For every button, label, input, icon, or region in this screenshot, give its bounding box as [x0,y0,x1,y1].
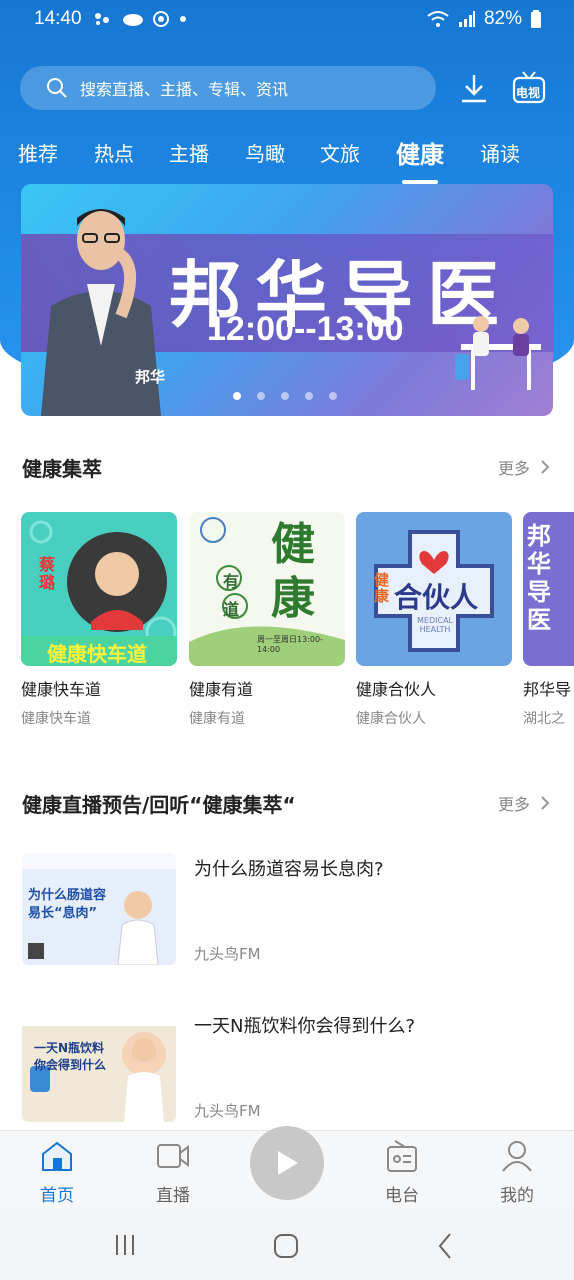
wifi-icon [427,11,449,27]
feed-title: 为什么肠道容易长息肉? [194,859,384,880]
app-screen: 14:40 82% 搜索直播、主播、专辑、资讯 电视 推荐 热点 主播 鸟瞰 文… [0,0,574,1280]
feed-thumb-text: 一天N瓶饮料你会得到什么 [34,1041,107,1072]
card-name: 邦华导 [523,680,572,699]
carousel-dot[interactable] [257,392,265,400]
card-subtitle: 湖北之 [523,711,565,727]
download-icon[interactable] [458,72,490,104]
target-icon [153,11,169,27]
card-subtitle: 健康有道 [189,711,245,727]
card-thumbnail: 有道 健康 周一至周日13:00-14:00 [189,512,345,666]
section-title-live: 健康直播预告/回听“健康集萃“ [22,793,296,817]
battery-icon [531,10,541,28]
nav-label: 电台 [385,1186,419,1206]
search-input[interactable]: 搜索直播、主播、专辑、资讯 [20,66,436,110]
nav-home[interactable]: 首页 [17,1139,97,1206]
program-card[interactable]: 有道 健康 周一至周日13:00-14:00 健康有道 健康有道 [189,512,345,728]
card-thumb-caption: 周一至周日13:00-14:00 [257,635,323,654]
banner-brand: 邦华 [135,368,166,386]
recent-apps-icon[interactable] [112,1232,138,1258]
signal-icon [458,11,475,27]
card-thumbnail: 健康 合伙人 MEDICAL HEALTH [356,512,512,666]
card-thumb-text: 合伙人 [394,581,479,614]
nav-live[interactable]: 直播 [133,1139,213,1206]
nav-mine[interactable]: 我的 [477,1139,557,1206]
home-button-icon[interactable] [272,1232,300,1260]
card-name: 健康快车道 [21,680,102,699]
carousel-dot[interactable] [233,392,241,400]
tab-jiankang[interactable]: 健康 [396,135,444,170]
search-icon [47,78,67,98]
feed-item[interactable]: 为什么肠道容易长“息肉” 为什么肠道容易长息肉? 九头鸟FM [22,853,552,965]
carousel-dot[interactable] [305,392,313,400]
status-bar: 14:40 82% [0,0,574,38]
play-button[interactable] [250,1126,324,1200]
cloud-icon [123,14,143,26]
nav-label: 我的 [500,1186,534,1206]
nav-label: 直播 [156,1186,190,1206]
tab-tuijian[interactable]: 推荐 [18,138,58,167]
notification-dots-icon [95,13,109,25]
back-icon[interactable] [436,1232,454,1260]
system-navigation-bar [0,1208,574,1280]
search-row: 搜索直播、主播、专辑、资讯 电视 [20,66,556,112]
carousel-dot[interactable] [281,392,289,400]
user-icon [502,1141,532,1172]
video-icon [157,1144,189,1168]
status-time: 14:40 [34,8,82,29]
home-icon [42,1141,72,1171]
tab-redian[interactable]: 热点 [94,138,134,167]
chevron-right-icon [541,460,550,474]
tab-wenlv[interactable]: 文旅 [320,138,360,167]
carousel-dot[interactable] [329,392,337,400]
card-thumbnail: 邦华导医 [523,512,574,666]
more-label: 更多 [497,459,530,478]
chevron-right-icon [541,796,550,810]
feed-thumb-text: 为什么肠道容易长“息肉” [28,888,107,921]
banner-carousel[interactable]: 邦华导医 12:00--13:00 邦华 [21,184,553,416]
program-card[interactable]: 健康 合伙人 MEDICAL HEALTH 健康合伙人 健康合伙人 [356,512,512,728]
tv-label: 电视 [516,86,541,100]
status-right: 82% [426,8,542,30]
card-thumb-text: 健康快车道 [47,642,147,666]
radio-icon [387,1140,417,1172]
search-placeholder: 搜索直播、主播、专辑、资讯 [80,80,289,99]
card-thumb-left: 健康 [374,571,390,605]
doctor-illustration [455,316,541,390]
feed-source: 九头鸟FM [194,1102,261,1120]
more-label: 更多 [497,795,530,814]
nav-label: 首页 [40,1186,74,1206]
program-card[interactable]: 蔡璐 健康快车道 健康快车道 健康快车道 [21,512,177,728]
card-thumb-small: 有道 [223,572,240,619]
tab-songdu[interactable]: 诵读 [480,138,520,167]
tab-niaokan[interactable]: 鸟瞰 [245,138,285,167]
more-button-jicui[interactable]: 更多 [498,455,550,479]
banner-time: 12:00--13:00 [207,310,404,348]
card-name: 健康有道 [189,680,254,699]
card-thumb-text: 邦华导医 [527,522,551,634]
battery-percent: 82% [483,8,522,29]
card-thumb-text: 健康 [271,519,315,624]
section-title-jicui: 健康集萃 [22,457,102,481]
feed-source: 九头鸟FM [194,945,261,963]
category-tabs: 推荐 热点 主播 鸟瞰 文旅 健康 诵读 [0,138,574,182]
card-thumb-side: 蔡璐 [39,555,56,592]
nav-radio[interactable]: 电台 [362,1139,442,1206]
card-name: 健康合伙人 [356,680,437,699]
feed-item[interactable]: 一天N瓶饮料你会得到什么 一天N瓶饮料你会得到什么? 九头鸟FM [22,1010,552,1122]
card-thumbnail: 蔡璐 健康快车道 [21,512,177,666]
carousel-dots [233,392,337,400]
feed-thumbnail: 为什么肠道容易长“息肉” [22,853,176,965]
tv-button[interactable]: 电视 [512,70,546,104]
notification-icons [94,10,188,28]
feed-title: 一天N瓶饮料你会得到什么? [194,1016,416,1037]
card-subtitle: 健康快车道 [21,711,91,727]
dot-icon [180,16,186,22]
card-thumb-caption: MEDICAL HEALTH [417,616,453,634]
feed-thumbnail: 一天N瓶饮料你会得到什么 [22,1010,176,1122]
program-card[interactable]: 邦华导医 邦华导 湖北之 [523,512,574,728]
card-subtitle: 健康合伙人 [356,711,426,727]
tab-zhubo[interactable]: 主播 [169,138,209,167]
play-icon [278,1151,298,1175]
more-button-live[interactable]: 更多 [498,791,550,815]
